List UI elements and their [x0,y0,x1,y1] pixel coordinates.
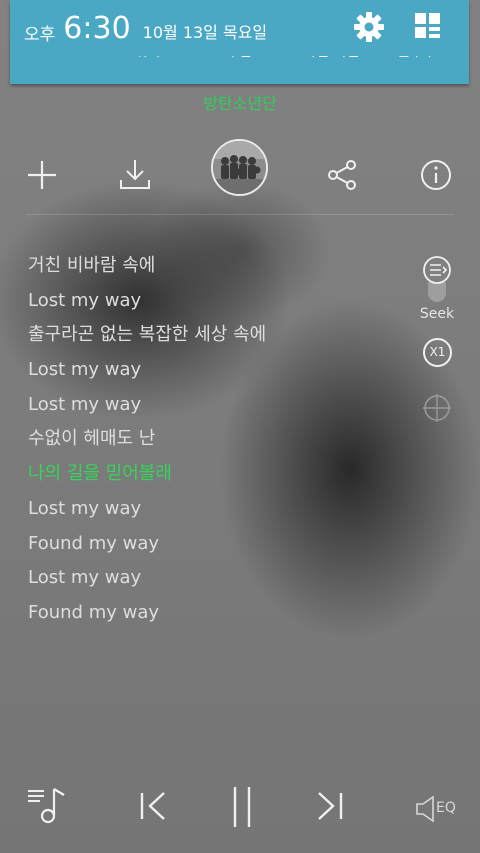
seek-label: Seek [419,306,455,322]
share-icon[interactable] [322,155,362,195]
lyrics-scroll-icon[interactable] [421,254,453,286]
info-icon[interactable] [416,155,456,195]
crosshair-icon[interactable] [421,392,453,424]
lyric-line[interactable]: Found my way [28,531,408,566]
lyric-line[interactable]: 거친 비바람 속에 [28,253,408,288]
lyric-line[interactable]: 출구라곤 없는 복잡한 세상 속에 [28,322,408,357]
speed-label: X1 [429,345,446,359]
next-icon[interactable] [313,783,347,829]
grid-icon[interactable] [413,11,443,41]
lyric-line-current[interactable]: 나의 길을 믿어볼래 [28,461,408,496]
speed-button[interactable]: X1 [423,338,452,367]
toolbar-divider [26,214,454,215]
album-art-image [213,141,266,194]
lyric-line[interactable]: Lost my way [28,357,408,392]
ampm-label: 오후 [24,24,56,45]
lyrics-list: 거친 비바람 속에 Lost my way 출구라곤 없는 복잡한 세상 속에 … [28,253,408,635]
gear-icon[interactable] [352,10,386,44]
lyric-line[interactable]: 수없이 헤매도 난 [28,426,408,461]
pause-icon[interactable] [227,783,257,831]
previous-icon[interactable] [136,783,170,829]
plus-icon[interactable] [22,155,62,195]
lyric-line[interactable]: Lost my way [28,392,408,427]
lyric-line[interactable]: Found my way [28,600,408,635]
lyric-line[interactable]: Lost my way [28,565,408,600]
clock-time: 6:30 [63,10,131,46]
clock-date: 10월 13일 목요일 [142,23,268,42]
eq-label: EQ [436,800,456,816]
eq-button[interactable]: EQ [414,793,462,825]
status-bar: 오후 6:30 10월 13일 목요일 [10,0,469,56]
speaker-icon [416,795,434,823]
lyric-line[interactable]: Lost my way [28,288,408,323]
playlist-icon[interactable] [26,783,70,829]
album-art[interactable] [211,139,268,196]
artist-name[interactable]: 방탄소년단 [0,90,480,114]
download-icon[interactable] [115,155,155,195]
lyric-line[interactable]: Lost my way [28,496,408,531]
